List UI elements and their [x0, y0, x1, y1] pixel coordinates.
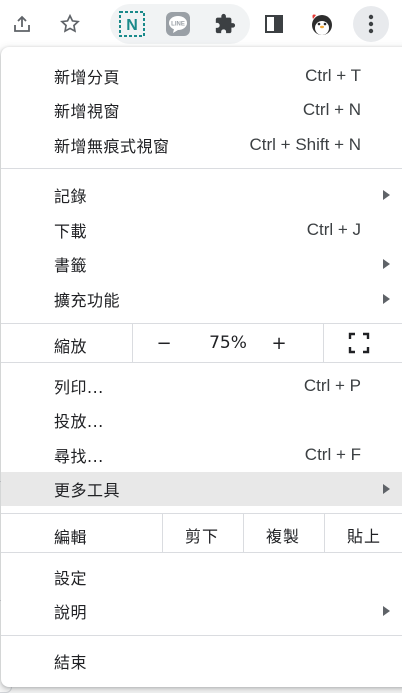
- menu-item-cast[interactable]: 投放...: [1, 403, 402, 437]
- menu-item-label: 尋找...: [54, 447, 104, 466]
- zoom-in-button[interactable]: +: [264, 330, 294, 356]
- menu-item-new-incognito[interactable]: 新增無痕式視窗 Ctrl + Shift + N: [1, 128, 402, 162]
- menu-item-exit[interactable]: 結束: [1, 644, 402, 678]
- menu-item-label: 書籤: [54, 256, 88, 275]
- extensions-puzzle-icon[interactable]: [209, 8, 241, 40]
- menu-item-label: 新增分頁: [54, 68, 121, 87]
- menu-item-downloads[interactable]: 下載 Ctrl + J: [1, 213, 402, 247]
- shortcut-text: Ctrl + T: [305, 66, 361, 85]
- shortcut-text: Ctrl + P: [303, 376, 361, 395]
- menu-item-label: 下載: [54, 222, 88, 241]
- menu-item-extensions[interactable]: 擴充功能: [1, 282, 402, 316]
- menu-item-new-tab[interactable]: 新增分頁 Ctrl + T: [1, 59, 402, 93]
- submenu-arrow-icon: [383, 190, 390, 200]
- menu-item-label: 新增視窗: [54, 102, 121, 121]
- chrome-main-menu: 新增分頁 Ctrl + T 新增視窗 Ctrl + N 新增無痕式視窗 Ctrl…: [1, 47, 402, 687]
- copy-button[interactable]: 複製: [266, 523, 300, 547]
- zoom-level-value: 75%: [209, 333, 247, 353]
- menu-item-label: 記錄: [54, 187, 88, 206]
- menu-item-label: 設定: [54, 569, 88, 588]
- separator: [1, 168, 402, 169]
- edit-row: 編輯 剪下 複製 貼上: [1, 514, 402, 552]
- profile-avatar[interactable]: [306, 8, 338, 40]
- shortcut-text: Ctrl + J: [306, 220, 361, 239]
- kebab-menu-icon[interactable]: [353, 6, 389, 42]
- shortcut-text: Ctrl + Shift + N: [249, 135, 361, 154]
- fullscreen-icon[interactable]: [345, 330, 373, 356]
- menu-item-settings[interactable]: 設定: [1, 560, 402, 594]
- zoom-out-button[interactable]: −: [149, 330, 179, 356]
- separator: [1, 552, 402, 553]
- notion-extension-icon[interactable]: N: [116, 8, 148, 40]
- shortcut-text: Ctrl + F: [304, 445, 361, 464]
- submenu-arrow-icon: [383, 606, 390, 616]
- share-icon[interactable]: [6, 8, 38, 40]
- browser-toolbar: N LINE: [0, 0, 402, 48]
- menu-item-help[interactable]: 說明: [1, 594, 402, 628]
- edit-label: 編輯: [54, 528, 88, 547]
- menu-item-label: 新增無痕式視窗: [54, 137, 170, 156]
- paste-button[interactable]: 貼上: [347, 523, 381, 547]
- cut-button[interactable]: 剪下: [185, 523, 219, 547]
- menu-item-bookmarks[interactable]: 書籤: [1, 247, 402, 281]
- menu-item-label: 更多工具: [54, 481, 121, 500]
- menu-item-label: 擴充功能: [54, 291, 121, 310]
- menu-item-label: 投放...: [54, 412, 104, 431]
- menu-item-label: 列印...: [54, 378, 104, 397]
- side-panel-icon[interactable]: [258, 8, 290, 40]
- separator: [1, 362, 402, 363]
- zoom-row: 縮放 − 75% +: [1, 324, 402, 362]
- menu-item-find[interactable]: 尋找... Ctrl + F: [1, 438, 402, 472]
- separator: [1, 635, 402, 636]
- submenu-arrow-icon: [383, 294, 390, 304]
- menu-item-label: 結束: [54, 653, 88, 672]
- menu-item-more-tools[interactable]: 更多工具: [1, 472, 402, 506]
- shortcut-text: Ctrl + N: [302, 100, 361, 119]
- line-text: LINE: [171, 22, 185, 28]
- notion-letter: N: [126, 17, 138, 34]
- submenu-arrow-icon: [383, 259, 390, 269]
- menu-item-print[interactable]: 列印... Ctrl + P: [1, 369, 402, 403]
- line-extension-icon[interactable]: LINE: [162, 8, 194, 40]
- menu-item-history[interactable]: 記錄: [1, 178, 402, 212]
- zoom-label: 縮放: [54, 337, 88, 356]
- bookmark-star-icon[interactable]: [54, 8, 86, 40]
- menu-item-label: 說明: [54, 603, 88, 622]
- submenu-arrow-icon: [383, 484, 390, 494]
- menu-item-new-window[interactable]: 新增視窗 Ctrl + N: [1, 93, 402, 127]
